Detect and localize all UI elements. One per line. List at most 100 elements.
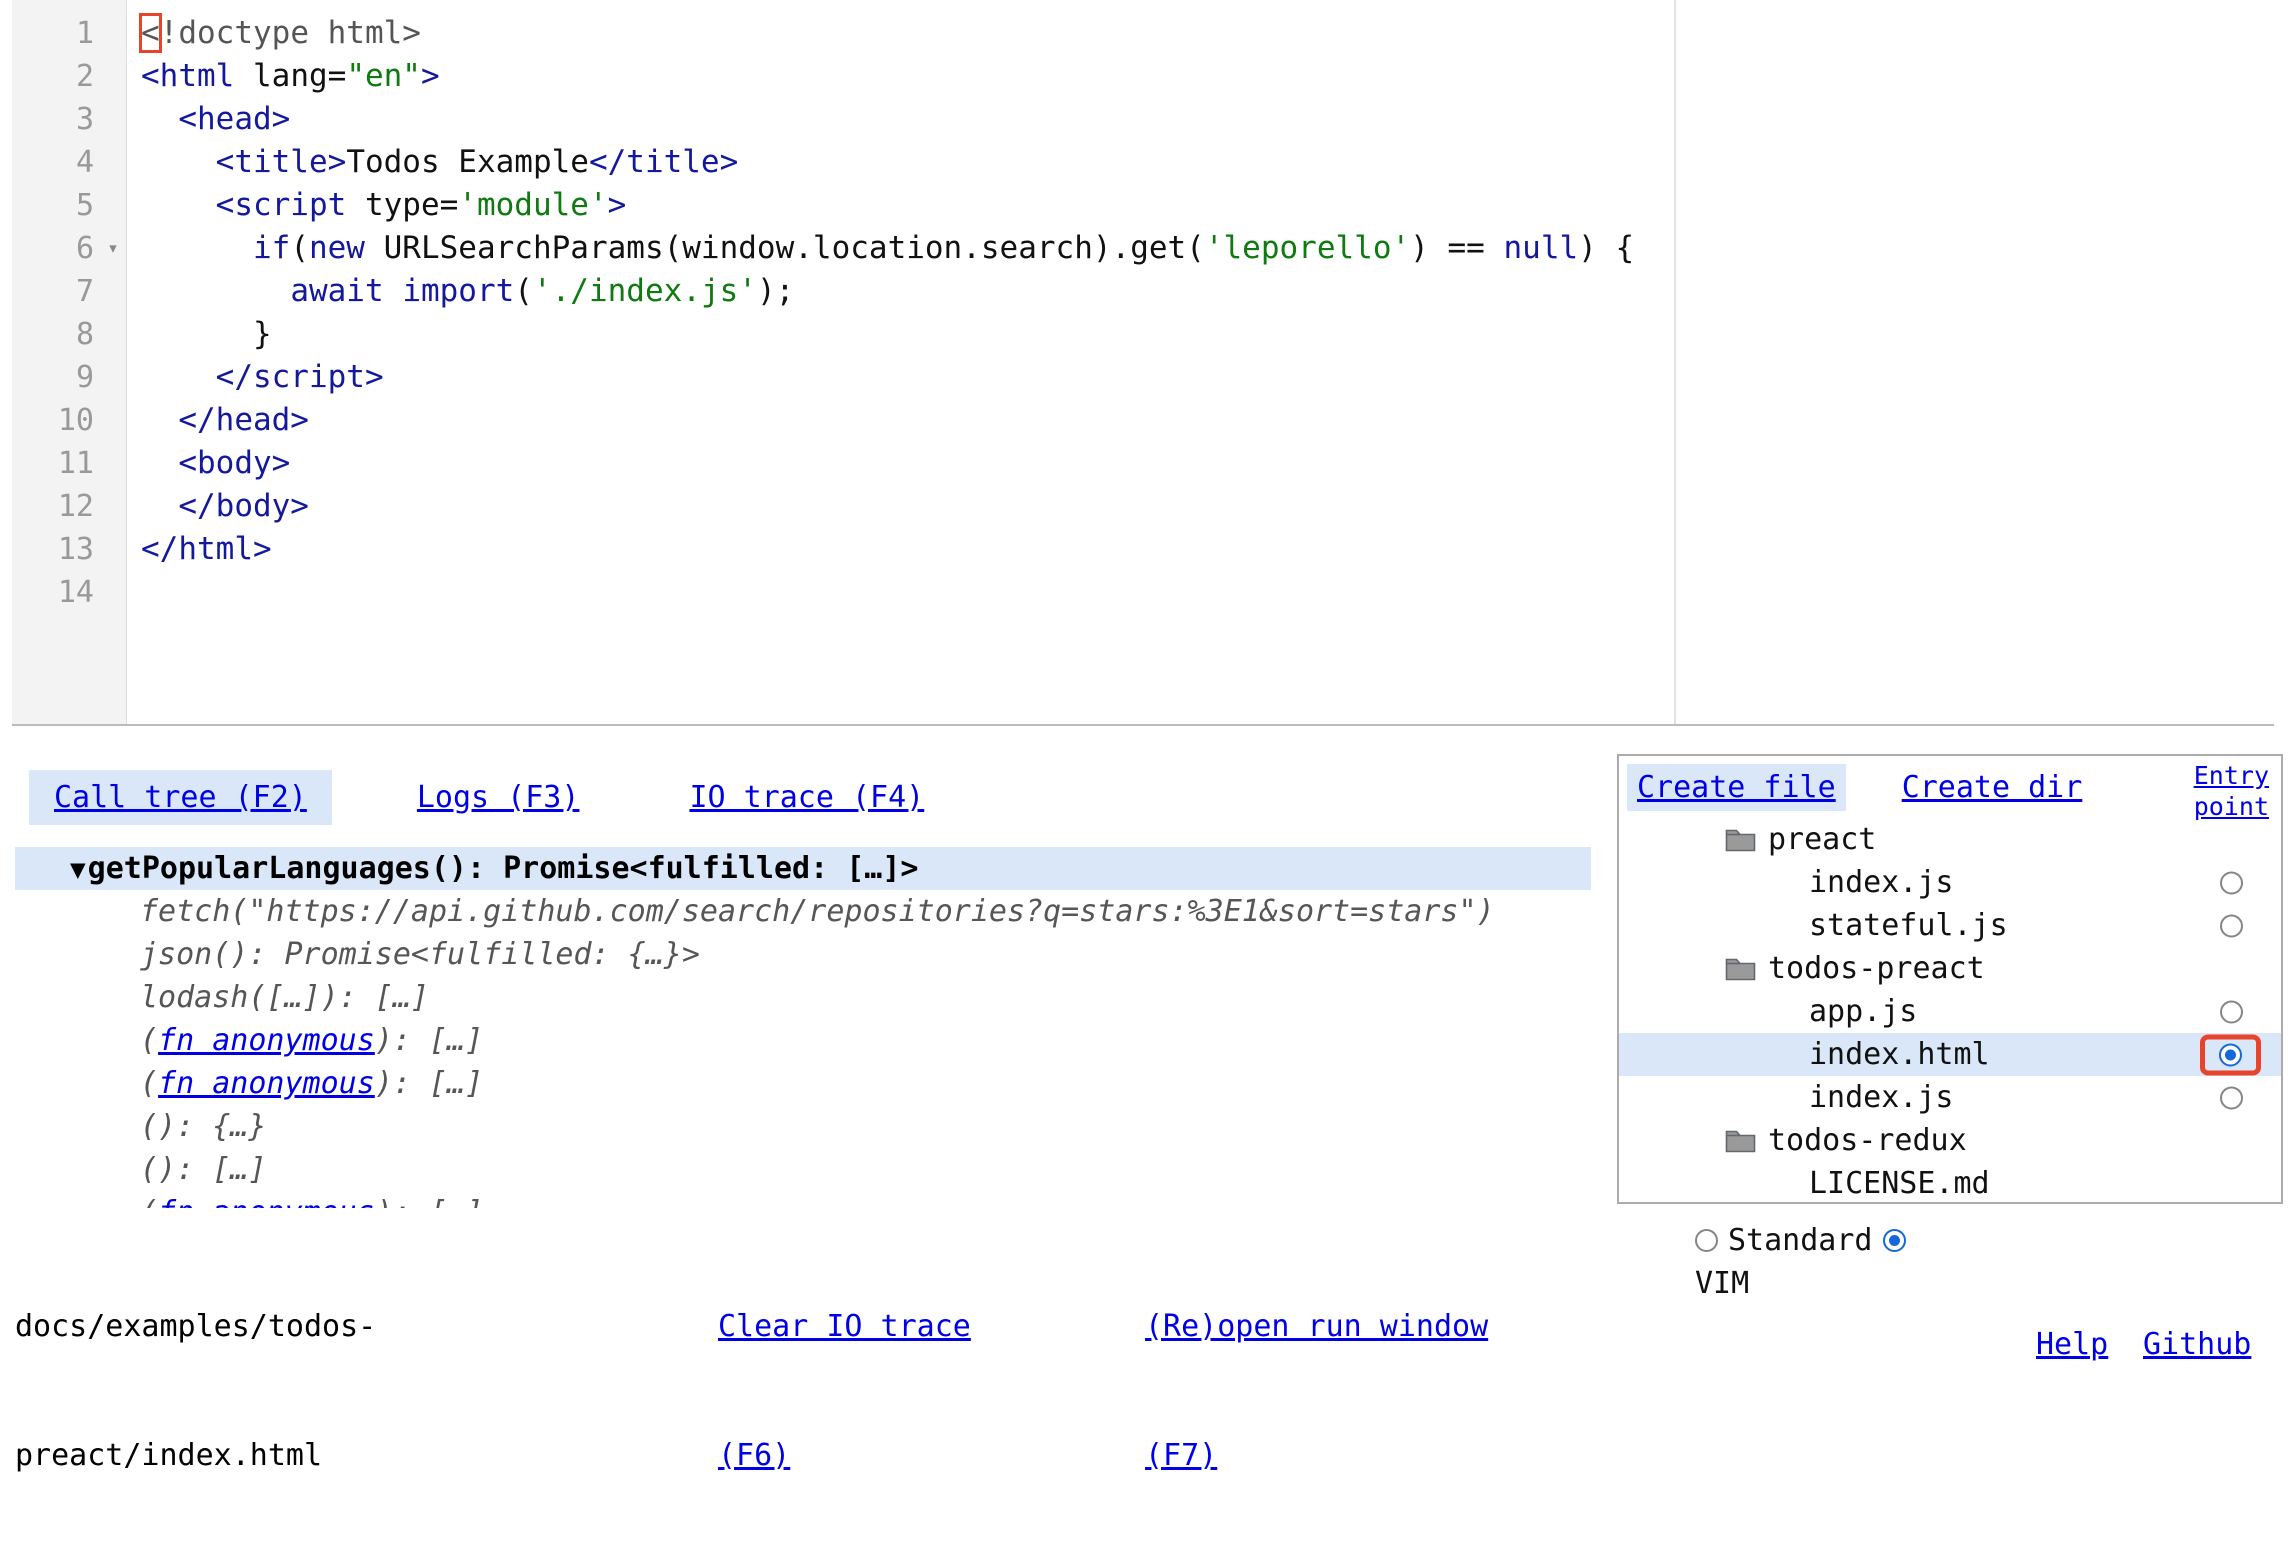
code-line[interactable]: </script> [141,356,2274,399]
code-line[interactable]: </head> [141,399,2274,442]
entry-point-header[interactable]: Entry point [2194,760,2269,822]
folder-row-todos-preact[interactable]: todos-preact [1619,947,2281,990]
folder-icon [1725,956,1756,981]
code-line[interactable] [141,571,2274,614]
calltree-row[interactable]: json(): Promise<fulfilled: {…}> [15,933,1591,976]
mode-label-vim[interactable]: VIM [1695,1262,1749,1305]
code-area[interactable]: <!doctype html><html lang="en"> <head> <… [127,0,2274,724]
calltree-row[interactable]: (fn anonymous): […] [15,1019,1591,1062]
tab-call-tree-f2[interactable]: Call tree (F2) [29,770,332,825]
line-number: 7 [12,274,100,309]
code-line[interactable]: </html> [141,528,2274,571]
clear-io-line1[interactable]: Clear IO trace [718,1305,971,1348]
entry-point-radio[interactable] [2220,1000,2243,1023]
gutter-row: 7 [12,270,126,313]
clear-io-line2[interactable]: (F6) [718,1434,971,1477]
expander-icon[interactable]: ▼ [70,855,86,885]
token-meta: !doctype html> [160,15,421,51]
create-dir-button[interactable]: Create dir [1892,764,2093,811]
calltree-row[interactable]: (fn anonymous): […] [15,1191,1591,1208]
fold-toggle-icon[interactable]: ▾ [100,227,126,270]
file-row-stateful.js[interactable]: stateful.js [1619,904,2281,947]
code-line[interactable]: } [141,313,2274,356]
code-line[interactable]: if(new URLSearchParams(window.location.s… [141,227,2274,270]
code-line[interactable]: <!doctype html> [141,12,2274,55]
line-number: 10 [12,403,100,438]
file-row-LICENSE.md[interactable]: LICENSE.md [1619,1162,2281,1204]
github-link[interactable]: Github [2143,1237,2251,1452]
calltree-row[interactable]: (fn anonymous): […] [15,1062,1591,1105]
token-plain [141,273,290,309]
file-row-app.js[interactable]: app.js [1619,990,2281,1033]
token-tag: </head> [178,402,309,438]
line-number-gutter: 123456▾7891011121314 [12,0,127,724]
file-name: stateful.js [1809,908,2008,943]
folder-row-preact[interactable]: preact [1619,818,2281,861]
token-keyword: import [402,273,514,309]
gutter-row: 13 [12,528,126,571]
fn-anonymous-link[interactable]: fn anonymous [158,1066,375,1101]
code-line[interactable]: <script type='module'> [141,184,2274,227]
gutter-row: 6▾ [12,227,126,270]
file-row-index.html[interactable]: index.html [1619,1033,2281,1076]
entry-point-radio[interactable] [2220,871,2243,894]
folder-row-todos-redux[interactable]: todos-redux [1619,1119,2281,1162]
reopen-run-window-button[interactable]: (Re)open run window (F7) [1145,1219,1488,1563]
github-label[interactable]: Github [2143,1323,2251,1366]
mode-radio-vim[interactable] [1883,1229,1906,1252]
calltree-rows: ▼getPopularLanguages(): Promise<fulfille… [15,847,1591,1208]
code-line[interactable]: await import('./index.js'); [141,270,2274,313]
token-plain [141,488,178,524]
code-editor[interactable]: 123456▾7891011121314 <!doctype html><htm… [12,0,2274,726]
token-string: 'leporello' [1205,230,1410,266]
mode-radio-standard[interactable] [1695,1229,1718,1252]
help-label[interactable]: Help [2036,1323,2108,1366]
entry-point-radio[interactable] [2200,1034,2261,1075]
mode-label-standard[interactable]: Standard [1728,1219,1873,1262]
line-number: 4 [12,145,100,180]
gutter-row: 8 [12,313,126,356]
entry-point-radio[interactable] [2220,1086,2243,1109]
code-line[interactable]: <html lang="en"> [141,55,2274,98]
tab-logs-f3[interactable]: Logs (F3) [392,770,605,825]
calltree-row[interactable]: ▼getPopularLanguages(): Promise<fulfille… [15,847,1591,890]
call-text: json(): Promise<fulfilled: {…}> [140,937,700,972]
fn-anonymous-link[interactable]: fn anonymous [158,1023,375,1058]
token-plain: type= [346,187,458,223]
file-row-index.js[interactable]: index.js [1619,861,2281,904]
tab-io-trace-f4[interactable]: IO trace (F4) [664,770,949,825]
gutter-row: 9 [12,356,126,399]
token-plain [141,144,216,180]
line-number: 3 [12,102,100,137]
calltree-row[interactable]: (): […] [15,1148,1591,1191]
calltree-row[interactable]: lodash([…]): […] [15,976,1591,1019]
calltree-row[interactable]: (): {…} [15,1105,1591,1148]
token-plain: ) == [1410,230,1503,266]
file-tree-rows: preact index.js stateful.js todos-preactapp… [1619,818,2281,1204]
token-plain: ) { [1578,230,1634,266]
code-line[interactable]: <body> [141,442,2274,485]
token-plain [141,445,178,481]
code-line[interactable]: </body> [141,485,2274,528]
token-plain [141,230,253,266]
create-file-button[interactable]: Create file [1627,764,1846,811]
file-name: index.js [1809,865,1954,900]
gutter-row: 1 [12,12,126,55]
entry-point-radio[interactable] [2220,914,2243,937]
fn-anonymous-link[interactable]: fn anonymous [158,1195,375,1208]
file-row-index.js[interactable]: index.js [1619,1076,2281,1119]
call-text: ): […] [375,1195,483,1208]
clear-io-trace-button[interactable]: Clear IO trace (F6) [718,1219,971,1563]
panel-tabs: Call tree (F2) Logs (F3) IO trace (F4) [15,760,1591,825]
calltree-panel: Call tree (F2) Logs (F3) IO trace (F4) ▼ge… [15,760,1591,1208]
reopen-line1[interactable]: (Re)open run window [1145,1305,1488,1348]
token-tag: </html> [141,531,272,567]
help-link[interactable]: Help [2036,1237,2108,1452]
code-line[interactable]: <head> [141,98,2274,141]
code-line[interactable]: <title>Todos Example</title> [141,141,2274,184]
folder-icon [1725,1128,1756,1153]
gutter-row: 4 [12,141,126,184]
reopen-line2[interactable]: (F7) [1145,1434,1488,1477]
token-plain: lang= [234,58,346,94]
calltree-row[interactable]: fetch("https://api.github.com/search/rep… [15,890,1591,933]
